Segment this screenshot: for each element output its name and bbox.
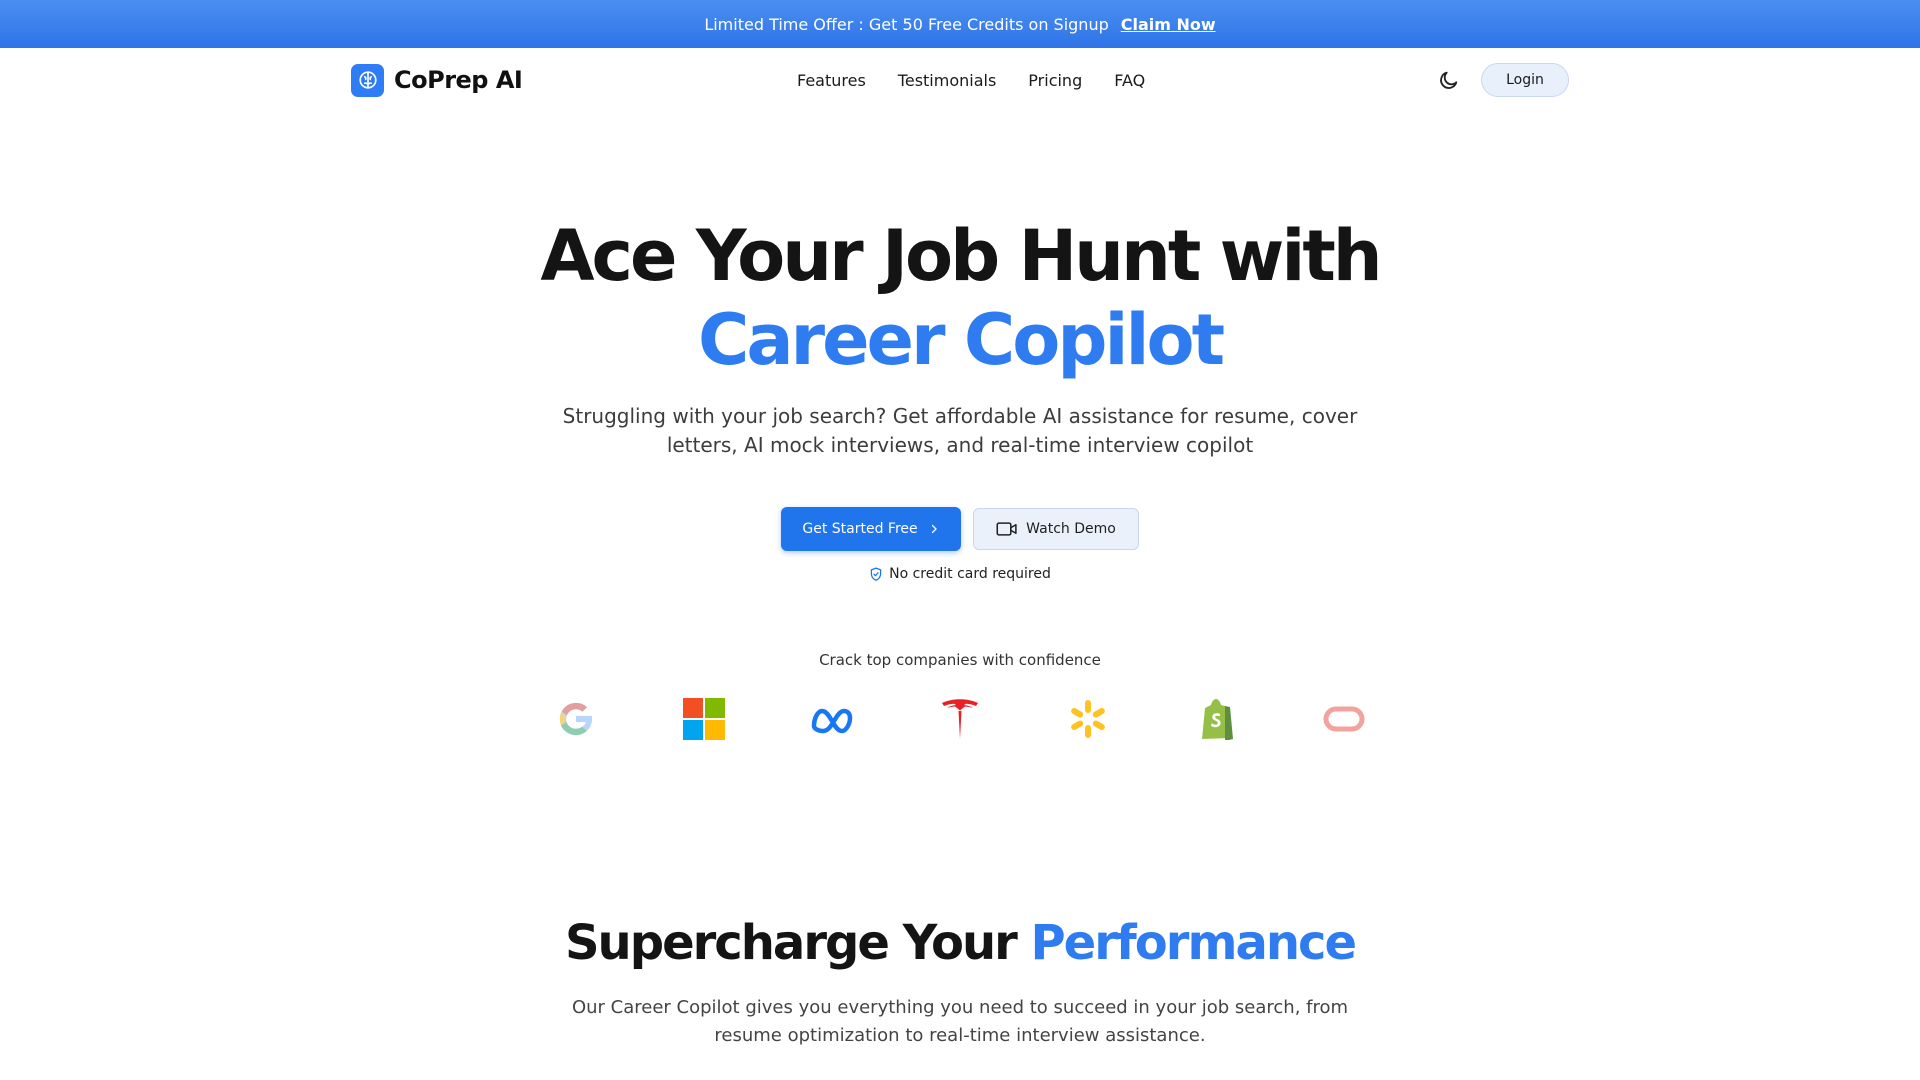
watch-demo-button[interactable]: Watch Demo [973, 508, 1139, 550]
nav-link-faq[interactable]: FAQ [1114, 71, 1145, 90]
claim-now-link[interactable]: Claim Now [1121, 15, 1216, 34]
nav-link-features[interactable]: Features [797, 71, 866, 90]
shopify-logo [1192, 695, 1240, 743]
get-started-label: Get Started Free [802, 521, 918, 537]
moon-icon[interactable] [1431, 62, 1467, 98]
cta-row: Get Started Free Watch Demo [0, 507, 1920, 551]
section-title-part1: Supercharge Your [564, 915, 1018, 971]
chevron-right-icon [931, 524, 937, 534]
brand-logo[interactable]: CoPrep AI [351, 63, 523, 97]
walmart-logo [1064, 695, 1112, 743]
hero-title-line1: Ace Your Job Hunt with [540, 215, 1382, 297]
company-logos [552, 695, 1368, 743]
promo-banner: Limited Time Offer : Get 50 Free Credits… [0, 0, 1920, 48]
meta-logo [808, 695, 856, 743]
brand-name: CoPrep AI [394, 66, 523, 94]
google-logo [552, 695, 600, 743]
get-started-button[interactable]: Get Started Free [781, 507, 961, 551]
section-title-part2: Performance [1030, 915, 1358, 971]
microsoft-logo [680, 695, 728, 743]
nav-link-testimonials[interactable]: Testimonials [898, 71, 997, 90]
no-credit-card-text: No credit card required [889, 566, 1051, 582]
section-subtitle: Our Career Copilot gives you everything … [571, 997, 1349, 1046]
video-icon [996, 522, 1017, 536]
brain-icon [351, 63, 384, 97]
watch-demo-label: Watch Demo [1026, 521, 1116, 537]
no-credit-card-note: No credit card required [0, 566, 1920, 582]
nav-actions: Login [1431, 56, 1569, 104]
nav-menu: Features Testimonials Pricing FAQ [797, 56, 1145, 104]
section-title: Supercharge Your Performance [0, 915, 1920, 971]
shield-check-icon [870, 567, 882, 581]
hero-title: Ace Your Job Hunt with Career Copilot [0, 214, 1920, 382]
tesla-logo [936, 695, 984, 743]
nav-link-pricing[interactable]: Pricing [1028, 71, 1082, 90]
hero-title-line2: Career Copilot [697, 299, 1225, 381]
top-nav: CoPrep AI Features Testimonials Pricing … [351, 56, 1569, 104]
login-button[interactable]: Login [1481, 63, 1569, 97]
companies-title: Crack top companies with confidence [819, 651, 1101, 669]
promo-text: Limited Time Offer : Get 50 Free Credits… [704, 14, 1109, 34]
oracle-logo [1320, 695, 1368, 743]
hero-subtitle: Struggling with your job search? Get aff… [562, 404, 1358, 457]
